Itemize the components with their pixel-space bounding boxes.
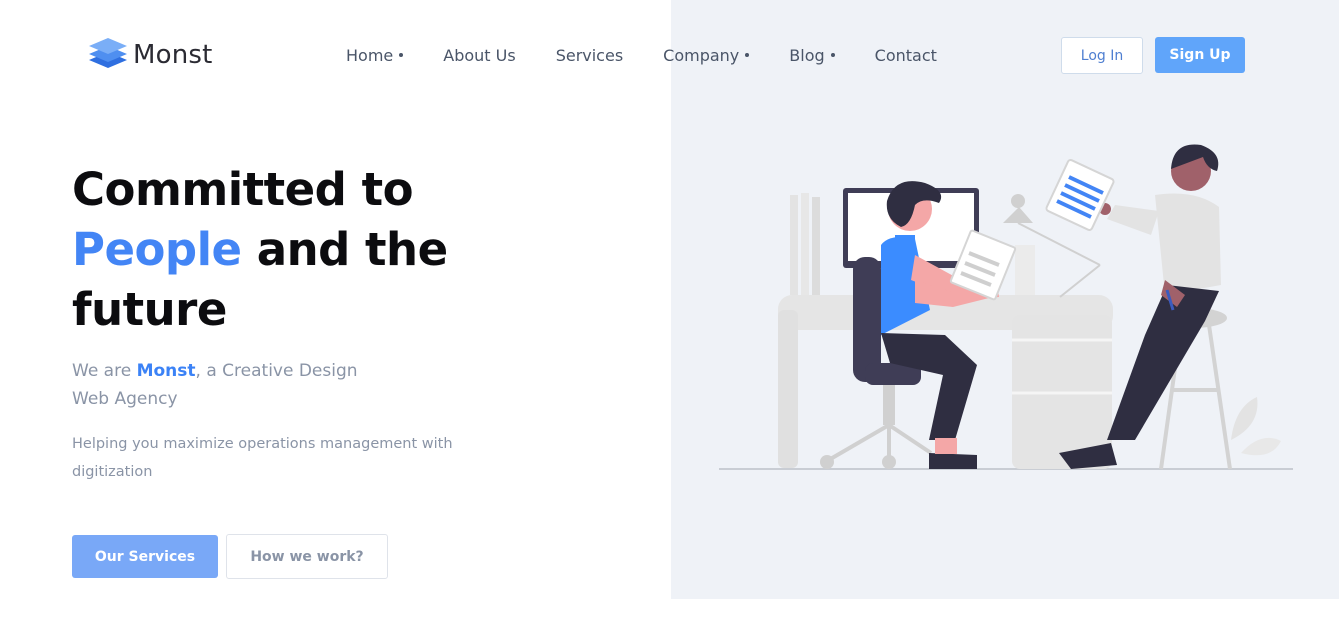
signup-button[interactable]: Sign Up — [1155, 37, 1245, 73]
login-button[interactable]: Log In — [1061, 37, 1143, 74]
dot-icon — [830, 53, 835, 57]
nav-item-label: About Us — [443, 45, 516, 65]
dot-icon — [745, 53, 750, 57]
nav-item-home[interactable]: Home — [346, 44, 404, 66]
brand-logo[interactable]: Monst — [87, 36, 213, 74]
hero-title: Committed to People and the future — [72, 160, 512, 340]
nav-item-label: Contact — [874, 45, 937, 65]
hero-title-line3: future — [72, 283, 227, 336]
nav-item-label: Home — [346, 45, 394, 65]
how-we-work-button[interactable]: How we work? — [226, 534, 388, 579]
hero-title-line1: Committed to — [72, 163, 414, 216]
dot-icon — [399, 53, 404, 57]
nav-item-label: Company — [663, 45, 740, 65]
stacked-layers-icon — [87, 36, 129, 74]
our-services-button[interactable]: Our Services — [72, 535, 218, 578]
nav-item-label: Services — [555, 45, 624, 65]
nav-item-company[interactable]: Company — [663, 44, 750, 66]
nav-item-about-us[interactable]: About Us — [443, 44, 515, 66]
nav-item-services[interactable]: Services — [556, 44, 623, 66]
nav-item-contact[interactable]: Contact — [875, 44, 937, 66]
hero-title-line2: and the — [241, 223, 448, 276]
tagline-prefix: We are — [72, 361, 137, 381]
brand-name: Monst — [133, 40, 213, 70]
main-nav: Home About Us Services Company Blog Cont… — [346, 44, 977, 66]
nav-item-blog[interactable]: Blog — [789, 44, 835, 66]
hero-title-accent: People — [72, 223, 242, 276]
hero-description: Helping you maximize operations manageme… — [72, 436, 453, 480]
nav-item-label: Blog — [789, 45, 825, 65]
tagline-brand: Monst — [136, 361, 196, 381]
landing-page: Monst Home About Us Services Company Blo… — [0, 0, 1339, 631]
office-workers-illustration — [719, 144, 1293, 470]
hero-tagline: We are Monst, a Creative Design Web Agen… — [72, 357, 372, 413]
